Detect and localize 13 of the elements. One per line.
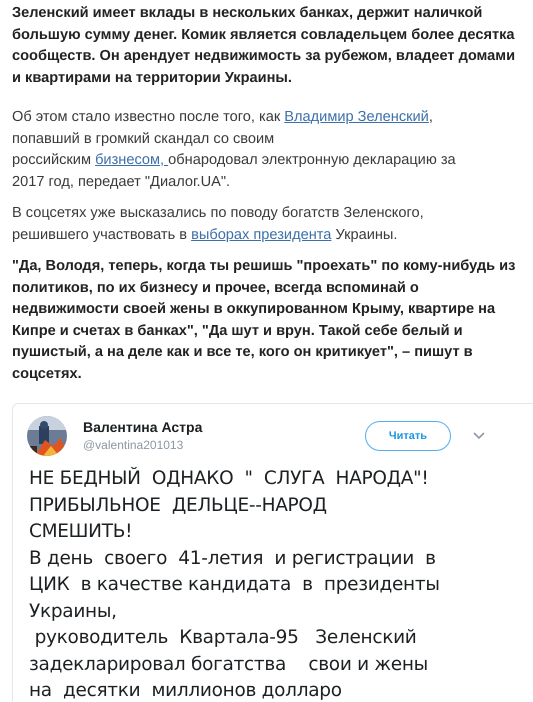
paragraph: В соцсетях уже высказались по поводу богатств Зеленского, решившего участвовать в выборах президента Украины. xyxy=(12,204,425,244)
link[interactable]: выборах xyxy=(191,226,254,242)
paragraph: Об этом стало известно после того, как Владимир Зеленский, попавший в громкий скандал со своим российским бизнесом, обнародовал электронную декларацию за 2017 год, передает "Диалог.UA". xyxy=(12,108,457,192)
chevron-icon[interactable] xyxy=(473,432,485,440)
author-name: Валентина Астра xyxy=(83,418,204,436)
tweet-text: НЕ БЕДНЫЙ ОДНАКО " СЛУГА НАРОДА"! ПРИБЫЛЬНОЕ ДЕЛЬЦЕ--НАРОД СМЕШИТЬ! В день своего 41-летия и регистрации в ЦИК в качестве кандидата в президенты Украины, руководитель Квартала-95 Зеленский задекларировал богатства свои и жены на десятки миллионов долларо xyxy=(29,466,441,702)
follow-button[interactable]: Читать xyxy=(365,421,451,451)
paragraph: Зеленский имеет вклады в нескольких банках, держит наличкой большую сумму денег. Комик является совладельцем более десятка сообществ. Он арендует недвижимость за рубежом, владеет домами и квартирами на территории Украины. xyxy=(12,4,516,88)
author-handle: @valentina201013 xyxy=(83,436,184,454)
paragraph: "Да, Володя, теперь, когда ты решишь "проехать" по кому-нибудь из политиков, по их бизнесу и прочее, всегда вспоминай о недвижимости своей жены в оккупированном Крыму, квартире на Кипре и счетах в банках", "Да шут и врун. Такой себе белый и пушистый, а на деле как и все те, кого он критикует", – пишут в соцсетях. xyxy=(12,257,516,384)
link[interactable]: президента xyxy=(253,226,332,242)
link[interactable]: бизнесом, xyxy=(95,152,168,168)
link[interactable]: Владимир Зеленский xyxy=(284,109,429,125)
